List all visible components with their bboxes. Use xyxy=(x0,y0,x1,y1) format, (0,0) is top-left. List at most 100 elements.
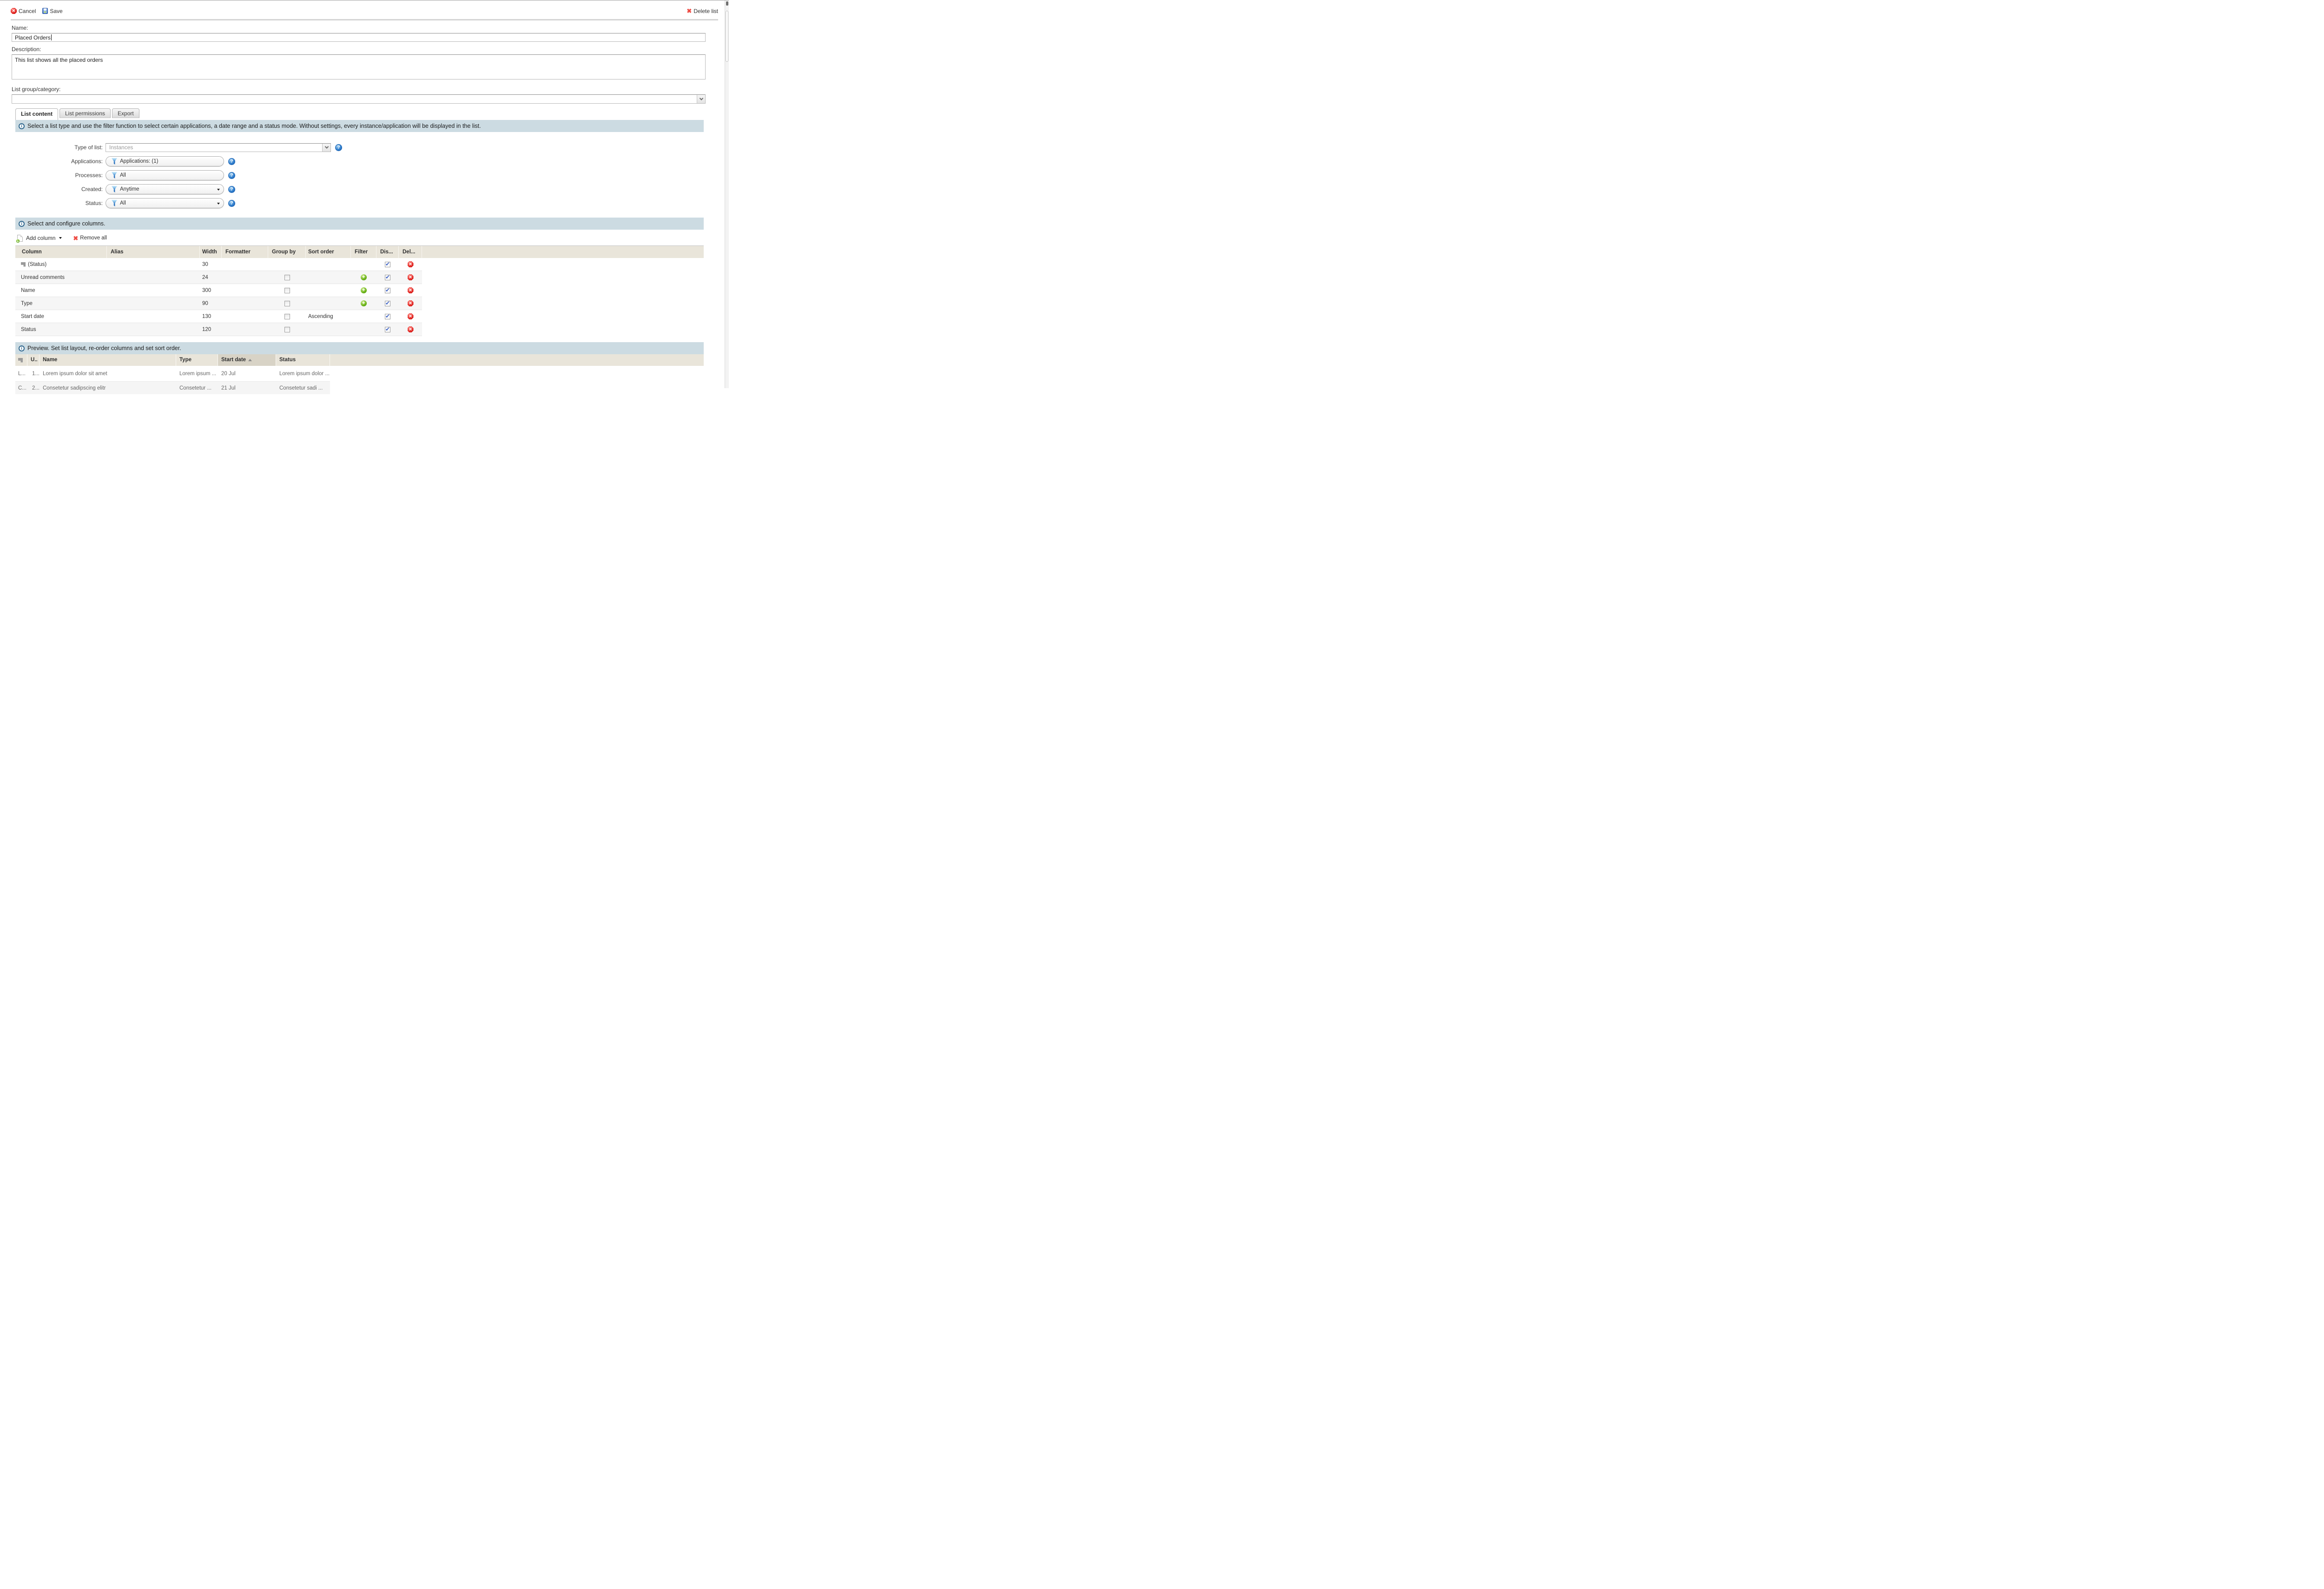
help-icon[interactable]: ? xyxy=(335,144,342,151)
preview-header-type[interactable]: Type xyxy=(176,354,218,366)
header-delete[interactable]: Del... xyxy=(399,246,422,258)
name-input[interactable]: Placed Orders xyxy=(12,33,706,42)
preview-header-unread[interactable]: U.. xyxy=(27,354,40,366)
width-value[interactable]: 300 xyxy=(200,288,222,293)
remove-all-icon: ✖ xyxy=(73,235,78,241)
header-width[interactable]: Width xyxy=(200,246,222,258)
header-formatter[interactable]: Formatter xyxy=(222,246,268,258)
header-alias[interactable]: Alias xyxy=(107,246,200,258)
help-icon[interactable]: ? xyxy=(228,158,235,165)
list-item[interactable]: C... 2... Consetetur sadipscing elitr Co… xyxy=(15,381,330,394)
tab-list-content[interactable]: List content xyxy=(15,108,58,120)
status-filter-button[interactable]: All xyxy=(106,198,224,208)
type-of-list-select[interactable]: Instances xyxy=(106,143,331,152)
preview-header-status[interactable]: Status xyxy=(276,354,330,366)
flag-icon xyxy=(18,358,23,363)
add-column-icon: + xyxy=(17,235,23,242)
vertical-scrollbar[interactable] xyxy=(725,0,729,388)
header-group-by[interactable]: Group by xyxy=(268,246,306,258)
funnel-icon xyxy=(112,186,117,192)
help-icon[interactable]: ? xyxy=(228,186,235,193)
created-label: Created: xyxy=(12,186,106,192)
help-icon[interactable]: ? xyxy=(228,200,235,207)
tab-export[interactable]: Export xyxy=(112,108,139,118)
scrollbar-thumb[interactable] xyxy=(726,11,728,62)
delete-row-icon[interactable] xyxy=(408,287,414,293)
column-name: (Status) xyxy=(28,262,46,267)
preview-header-name[interactable]: Name xyxy=(40,354,176,366)
header-column[interactable]: Column xyxy=(15,246,107,258)
group-by-checkbox[interactable] xyxy=(284,301,290,306)
delete-row-icon[interactable] xyxy=(408,300,414,306)
delete-row-icon[interactable] xyxy=(408,274,414,280)
display-checkbox[interactable] xyxy=(385,275,390,280)
columns-toolbar: + Add column ✖ Remove all xyxy=(17,233,729,243)
header-sort-order[interactable]: Sort order xyxy=(306,246,351,258)
delete-list-button[interactable]: ✖ Delete list xyxy=(687,8,718,14)
header-filter[interactable]: Filter xyxy=(351,246,376,258)
header-display[interactable]: Dis... xyxy=(376,246,399,258)
name-value: Placed Orders xyxy=(15,34,51,41)
help-icon[interactable]: ? xyxy=(228,172,235,179)
delete-icon: ✖ xyxy=(687,8,692,14)
display-checkbox[interactable] xyxy=(385,288,390,293)
table-row: Name 300 + xyxy=(15,284,422,297)
flag-icon xyxy=(21,262,26,267)
name-label: Name: xyxy=(12,25,729,31)
display-checkbox[interactable] xyxy=(385,301,390,306)
status-label: Status: xyxy=(12,200,106,206)
preview-header-flag[interactable] xyxy=(15,354,27,366)
processes-filter-value: All xyxy=(120,172,126,178)
chevron-down-icon xyxy=(699,96,703,100)
sort-order-value[interactable]: Ascending xyxy=(306,314,351,319)
width-value[interactable]: 24 xyxy=(200,275,222,280)
display-checkbox[interactable] xyxy=(385,314,390,319)
save-icon xyxy=(42,8,48,14)
delete-row-icon[interactable] xyxy=(408,261,414,267)
add-filter-icon[interactable]: + xyxy=(361,287,367,293)
add-filter-icon[interactable]: + xyxy=(361,274,367,280)
group-by-checkbox[interactable] xyxy=(284,275,290,280)
caret-down-icon xyxy=(217,189,220,191)
preview-section: i Preview. Set list layout, re-order col… xyxy=(0,342,729,394)
list-item[interactable]: L... 1... Lorem ipsum dolor sit amet Lor… xyxy=(15,366,330,381)
description-input[interactable]: This list shows all the placed orders xyxy=(12,54,706,79)
display-checkbox[interactable] xyxy=(385,262,390,267)
width-value[interactable]: 120 xyxy=(200,327,222,332)
funnel-icon xyxy=(112,200,117,206)
width-value[interactable]: 90 xyxy=(200,301,222,306)
sort-ascending-icon xyxy=(248,359,252,361)
applications-filter-button[interactable]: Applications: (1) xyxy=(106,156,224,166)
group-by-checkbox[interactable] xyxy=(284,327,290,332)
add-column-button[interactable]: + Add column xyxy=(17,235,62,242)
scrollbar-top-thumb[interactable] xyxy=(726,1,728,6)
group-by-checkbox[interactable] xyxy=(284,288,290,293)
delete-row-icon[interactable] xyxy=(408,313,414,319)
processes-filter-button[interactable]: All xyxy=(106,170,224,180)
created-filter-value: Anytime xyxy=(120,186,139,192)
column-name: Type xyxy=(21,301,33,306)
group-dropdown-button[interactable] xyxy=(697,95,705,103)
display-checkbox[interactable] xyxy=(385,327,390,332)
info-icon: i xyxy=(19,345,25,351)
tab-list-permissions[interactable]: List permissions xyxy=(59,108,111,118)
preview-header-start-date[interactable]: Start date xyxy=(218,354,276,366)
remove-all-button[interactable]: Remove all xyxy=(80,235,107,241)
delete-row-icon[interactable] xyxy=(408,326,414,332)
width-value[interactable]: 130 xyxy=(200,314,222,319)
type-of-list-value: Instances xyxy=(109,144,133,151)
group-by-checkbox[interactable] xyxy=(284,314,290,319)
column-name: Unread comments xyxy=(21,275,65,280)
column-name: Name xyxy=(21,288,35,293)
type-of-list-dropdown-button[interactable] xyxy=(322,144,330,152)
columns-info-bar: i Select and configure columns. xyxy=(15,218,704,230)
cancel-button[interactable]: Cancel xyxy=(11,8,36,14)
add-filter-icon[interactable]: + xyxy=(361,300,367,306)
group-select[interactable] xyxy=(12,94,706,104)
width-value[interactable]: 30 xyxy=(200,262,222,267)
processes-label: Processes: xyxy=(12,172,106,179)
created-filter-button[interactable]: Anytime xyxy=(106,184,224,194)
columns-table: Column Alias Width Formatter Group by So… xyxy=(15,245,704,336)
delete-list-label: Delete list xyxy=(693,8,718,14)
save-button[interactable]: Save xyxy=(42,8,62,14)
